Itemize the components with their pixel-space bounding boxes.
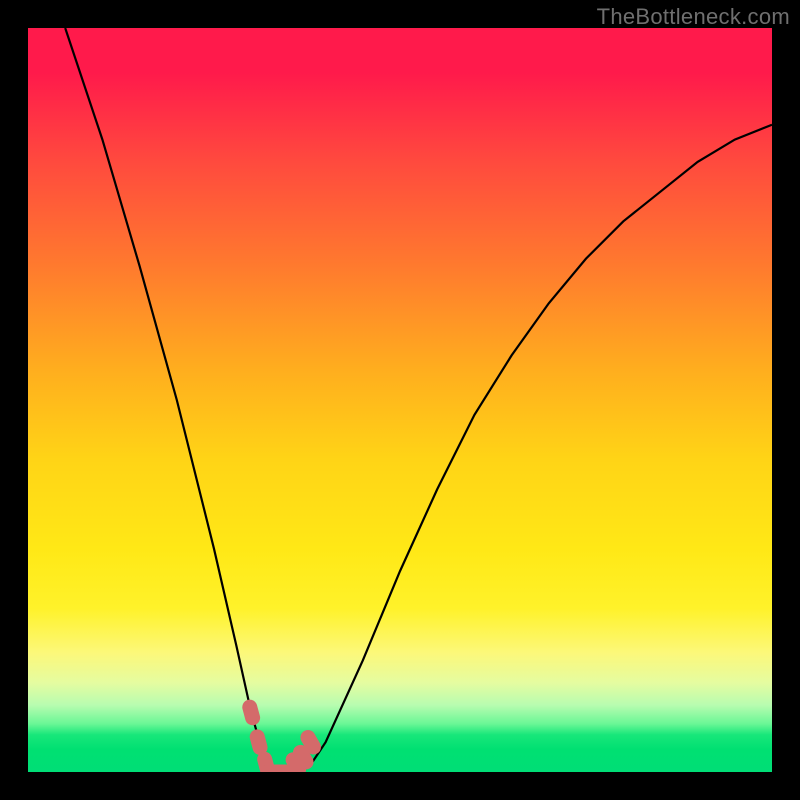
marker-group [241,698,324,772]
plot-area [28,28,772,772]
watermark-label: TheBottleneck.com [597,4,790,30]
app-frame: TheBottleneck.com [0,0,800,800]
highlighted-markers [28,28,772,772]
marker-point [241,698,262,727]
